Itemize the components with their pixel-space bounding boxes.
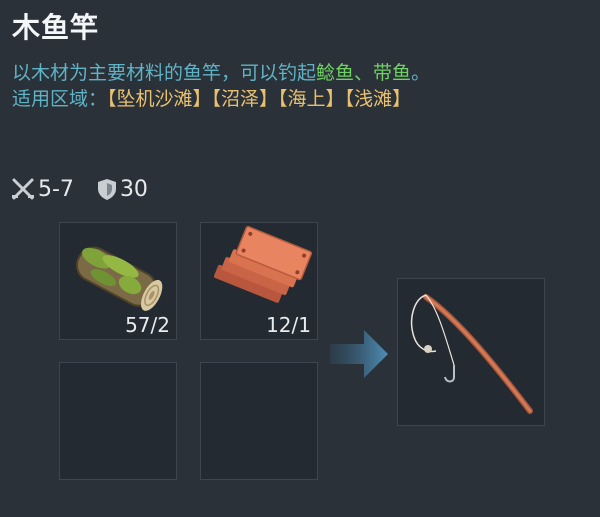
shield-icon (97, 179, 116, 200)
item-description: 以木材为主要材料的鱼竿，可以钓起鲶鱼、带鱼。 适用区域：【坠机沙滩】【沼泽】【海… (12, 60, 592, 112)
fish-name-2: 带鱼 (373, 62, 412, 84)
craft-arrow-icon (330, 330, 388, 378)
fish-name-1: 鲶鱼 (316, 62, 355, 84)
result-slot[interactable] (397, 278, 545, 426)
description-line-2: 适用区域：【坠机沙滩】【沼泽】【海上】【浅滩】 (12, 86, 592, 112)
copper-quantity: 12/1 (266, 313, 311, 337)
region-shallows: 【浅滩】 (344, 88, 412, 110)
item-title: 木鱼竿 (12, 11, 100, 44)
ingredient-slot-empty-2[interactable] (200, 362, 318, 480)
region-swamp: 【沼泽】 (211, 88, 279, 110)
description-text: 以木材为主要材料的鱼竿，可以钓起 (12, 62, 317, 84)
description-line-1: 以木材为主要材料的鱼竿，可以钓起鲶鱼、带鱼。 (12, 60, 592, 86)
attack-value: 5-7 (38, 176, 74, 202)
crossed-swords-icon (12, 178, 34, 200)
region-sea: 【海上】 (278, 88, 345, 110)
fish-separator: 、 (354, 62, 374, 84)
wood-quantity: 57/2 (125, 313, 170, 337)
fishing-rod-icon (410, 294, 533, 414)
durability-stat: 30 (96, 177, 148, 202)
ingredient-slot-empty-1[interactable] (59, 362, 177, 480)
region-label: 适用区域： (12, 88, 108, 110)
region-crash-beach: 【坠机沙滩】 (107, 88, 212, 110)
attack-stat: 5-7 (10, 176, 74, 202)
durability-value: 30 (119, 176, 148, 202)
ingredient-slot-copper[interactable]: 12/1 (200, 222, 318, 340)
description-end: 。 (411, 62, 431, 84)
stats-row: 5-7 30 (10, 176, 170, 202)
ingredient-slot-wood[interactable]: 57/2 (59, 222, 177, 340)
